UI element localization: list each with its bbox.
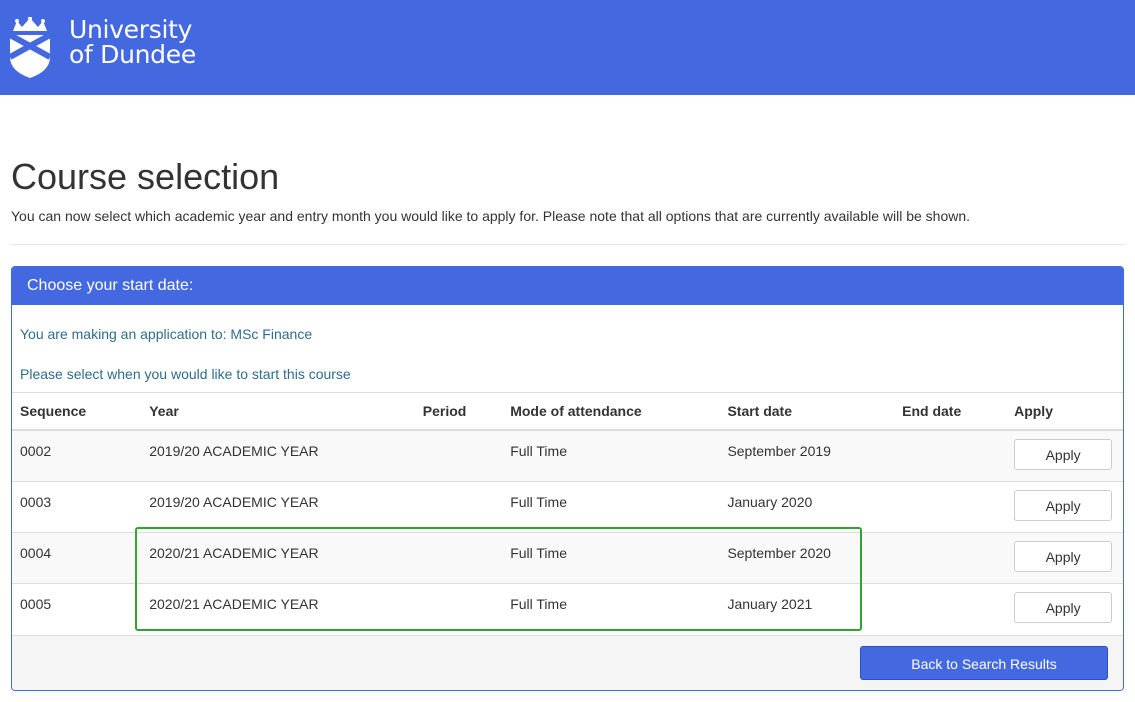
cell-sequence: 0005	[20, 596, 52, 612]
shield-crest-icon	[8, 17, 52, 78]
divider	[11, 244, 1124, 245]
cell-period	[423, 431, 510, 443]
intro-text: You can now select which academic year a…	[11, 208, 971, 224]
cell-period	[423, 482, 510, 494]
back-to-search-results-button[interactable]: Back to Search Results	[860, 646, 1108, 680]
start-date-table: Sequence Year Period Mode of attendance …	[12, 392, 1123, 634]
select-instruction: Please select when you would like to sta…	[20, 366, 351, 382]
column-header-year: Year	[149, 392, 423, 431]
cell-end-date	[902, 431, 1014, 443]
apply-button[interactable]: Apply	[1014, 592, 1113, 623]
page-title: Course selection	[11, 156, 280, 197]
start-date-panel: Choose your start date: You are making a…	[11, 266, 1124, 691]
cell-mode: Full Time	[510, 545, 567, 561]
cell-start-date: September 2020	[727, 545, 831, 561]
logo-line-2: of Dundee	[69, 40, 196, 69]
cell-year: 2020/21 ACADEMIC YEAR	[149, 596, 319, 612]
cell-start-date: January 2020	[727, 494, 813, 510]
cell-mode: Full Time	[510, 443, 567, 459]
column-header-sequence: Sequence	[12, 392, 150, 431]
column-header-start-date: Start date	[727, 392, 903, 431]
cell-start-date: September 2019	[727, 443, 831, 459]
apply-button[interactable]: Apply	[1014, 439, 1113, 470]
column-header-end-date: End date	[902, 392, 1015, 431]
cell-sequence: 0002	[20, 443, 52, 459]
column-header-apply: Apply	[1014, 392, 1123, 431]
cell-mode: Full Time	[510, 596, 567, 612]
table-row: 0002 2019/20 ACADEMIC YEAR Full Time Sep…	[12, 429, 1123, 482]
application-info: You are making an application to: MSc Fi…	[20, 326, 313, 342]
cell-period	[423, 584, 510, 596]
table-row: 0004 2020/21 ACADEMIC YEAR Full Time Sep…	[12, 532, 1123, 584]
cell-end-date	[902, 584, 1014, 596]
site-header: University of Dundee	[0, 0, 1135, 95]
cell-end-date	[902, 482, 1014, 494]
cell-mode: Full Time	[510, 494, 567, 510]
logo-wordmark: University of Dundee	[69, 17, 196, 67]
cell-year: 2019/20 ACADEMIC YEAR	[149, 443, 319, 459]
panel-heading: Choose your start date:	[12, 267, 1123, 305]
table-row: 0005 2020/21 ACADEMIC YEAR Full Time Jan…	[12, 583, 1123, 634]
table-header-row: Sequence Year Period Mode of attendance …	[12, 392, 1123, 431]
cell-year: 2019/20 ACADEMIC YEAR	[149, 494, 319, 510]
apply-button[interactable]: Apply	[1014, 541, 1113, 572]
cell-sequence: 0004	[20, 545, 52, 561]
panel-footer: Back to Search Results	[12, 635, 1123, 690]
cell-sequence: 0003	[20, 494, 52, 510]
cell-end-date	[902, 533, 1014, 545]
cell-start-date: January 2021	[727, 596, 813, 612]
column-header-period: Period	[422, 392, 511, 431]
table-row: 0003 2019/20 ACADEMIC YEAR Full Time Jan…	[12, 481, 1123, 533]
column-header-mode: Mode of attendance	[510, 392, 728, 431]
university-logo[interactable]: University of Dundee	[8, 17, 196, 79]
cell-period	[423, 533, 510, 545]
apply-button[interactable]: Apply	[1014, 490, 1113, 521]
cell-year: 2020/21 ACADEMIC YEAR	[149, 545, 319, 561]
logo-line-1: University	[69, 15, 193, 44]
